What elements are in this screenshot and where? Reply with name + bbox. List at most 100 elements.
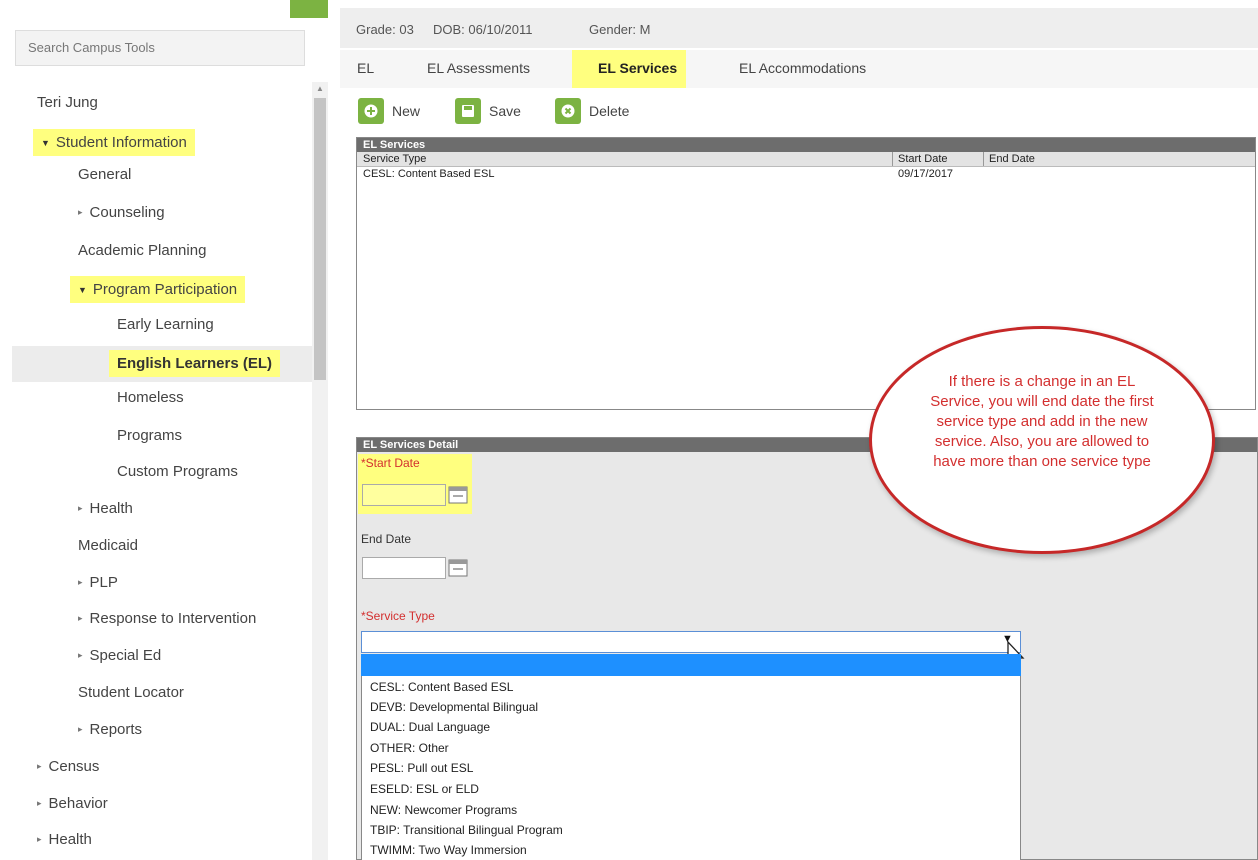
- caret-right-icon: ▸: [37, 761, 42, 771]
- user-name: Teri Jung: [37, 94, 98, 111]
- dropdown-option[interactable]: DEVB: Developmental Bilingual: [370, 700, 538, 714]
- sidebar-item-student-information[interactable]: ▼ Student Information: [33, 129, 195, 156]
- new-button-label: New: [392, 103, 421, 119]
- sidebar-item-label: Behavior: [48, 795, 108, 812]
- sidebar-item-label: General: [78, 166, 132, 183]
- sidebar-item-label: Academic Planning: [78, 242, 207, 259]
- sidebar-item-general[interactable]: General: [78, 166, 131, 183]
- dropdown-option[interactable]: TBIP: Transitional Bilingual Program: [370, 823, 563, 837]
- column-divider: [983, 152, 984, 166]
- caret-right-icon: ▸: [78, 613, 83, 623]
- tab-el-assessments[interactable]: EL Assessments: [427, 60, 530, 76]
- cell-service-type: CESL: Content Based ESL: [363, 168, 495, 180]
- sidebar-item-custom-programs[interactable]: Custom Programs: [117, 463, 238, 480]
- sidebar-item-early-learning[interactable]: Early Learning: [117, 316, 214, 333]
- calendar-icon[interactable]: [448, 485, 468, 505]
- delete-button[interactable]: Delete: [555, 98, 629, 124]
- dropdown-option[interactable]: DUAL: Dual Language: [370, 720, 490, 734]
- sidebar-item-label: Reports: [89, 721, 143, 738]
- sidebar-item-health[interactable]: ▸ Health: [78, 500, 133, 517]
- sidebar-item-label: English Learners (EL): [117, 355, 273, 372]
- caret-right-icon: ▸: [37, 834, 42, 844]
- delete-icon: [555, 98, 581, 124]
- user-name-text: Teri Jung: [37, 94, 98, 111]
- caret-down-icon: ▼: [41, 137, 50, 148]
- caret-right-icon: ▸: [37, 798, 42, 808]
- callout-text: If there is a change in an EL Service, y…: [930, 373, 1154, 470]
- sidebar-item-label: Early Learning: [117, 316, 214, 333]
- dropdown-option[interactable]: ESELD: ESL or ELD: [370, 782, 479, 796]
- app-logo-block: [290, 0, 328, 18]
- sidebar-item-english-learners[interactable]: English Learners (EL): [109, 350, 281, 377]
- service-type-dropdown: CESL: Content Based ESL DEVB: Developmen…: [361, 676, 1021, 860]
- caret-right-icon: ▸: [78, 577, 83, 587]
- scroll-up-icon[interactable]: ▲: [312, 82, 328, 96]
- sidebar-item-label: Health: [48, 831, 92, 848]
- services-list-title: EL Services: [357, 138, 1255, 152]
- tab-el-services[interactable]: EL Services: [598, 60, 677, 76]
- dropdown-option[interactable]: TWIMM: Two Way Immersion: [370, 843, 527, 857]
- col-end-date[interactable]: End Date: [989, 152, 1035, 166]
- dropdown-option-blank[interactable]: [361, 654, 1021, 676]
- new-button[interactable]: New: [358, 98, 420, 124]
- sidebar-item-label: Student Information: [55, 134, 187, 151]
- col-start-date[interactable]: Start Date: [898, 152, 948, 166]
- col-service-type[interactable]: Service Type: [363, 152, 426, 166]
- caret-down-icon: ▼: [78, 284, 87, 295]
- save-button[interactable]: Save: [455, 98, 521, 124]
- grade-text: Grade: 03: [356, 22, 414, 37]
- sidebar-item-homeless[interactable]: Homeless: [117, 389, 184, 406]
- save-button-label: Save: [489, 103, 521, 119]
- sidebar-item-counseling[interactable]: ▸ Counseling: [78, 204, 165, 221]
- dob-text: DOB: 06/10/2011: [433, 22, 533, 37]
- caret-right-icon: ▸: [78, 503, 83, 513]
- sidebar-item-label: Census: [48, 758, 100, 775]
- sidebar-item-census[interactable]: ▸ Census: [37, 758, 99, 775]
- end-date-label: End Date: [361, 532, 412, 546]
- sidebar-item-label: Counseling: [89, 204, 165, 221]
- caret-right-icon: ▸: [78, 724, 83, 734]
- sidebar-item-medicaid[interactable]: Medicaid: [78, 537, 138, 554]
- sidebar-item-label: Health: [89, 500, 133, 517]
- sidebar-item-response-to-intervention[interactable]: ▸ Response to Intervention: [78, 610, 256, 627]
- sidebar-item-label: Program Participation: [92, 281, 238, 298]
- gender-text: Gender: M: [589, 22, 651, 37]
- sidebar-item-reports[interactable]: ▸ Reports: [78, 721, 142, 738]
- sidebar-item-health-2[interactable]: ▸ Health: [37, 831, 92, 848]
- scrollbar-thumb[interactable]: [314, 98, 326, 380]
- table-row[interactable]: CESL: Content Based ESL 09/17/2017: [357, 167, 1255, 181]
- cell-start-date: 09/17/2017: [898, 168, 954, 180]
- start-date-label: *Start Date: [361, 456, 420, 470]
- sidebar-item-behavior[interactable]: ▸ Behavior: [37, 795, 108, 812]
- sidebar-item-label: Homeless: [117, 389, 184, 406]
- sidebar-item-label: Programs: [117, 427, 183, 444]
- sidebar-item-label: PLP: [89, 574, 118, 591]
- service-type-select[interactable]: [361, 631, 1021, 653]
- dropdown-option[interactable]: NEW: Newcomer Programs: [370, 803, 517, 817]
- sidebar-item-programs[interactable]: Programs: [117, 427, 182, 444]
- dropdown-option[interactable]: CESL: Content Based ESL: [370, 680, 513, 694]
- sidebar-item-academic-planning[interactable]: Academic Planning: [78, 242, 206, 259]
- dropdown-option[interactable]: PESL: Pull out ESL: [370, 761, 473, 775]
- sidebar-item-plp[interactable]: ▸ PLP: [78, 574, 118, 591]
- dropdown-option[interactable]: OTHER: Other: [370, 741, 449, 755]
- save-icon: [455, 98, 481, 124]
- sidebar-item-label: Custom Programs: [117, 463, 238, 480]
- plus-icon: [358, 98, 384, 124]
- sidebar-item-special-ed[interactable]: ▸ Special Ed: [78, 647, 161, 664]
- start-date-field[interactable]: [362, 484, 446, 506]
- sidebar-item-student-locator[interactable]: Student Locator: [78, 684, 184, 701]
- end-date-field[interactable]: [362, 557, 446, 579]
- search-input[interactable]: Search Campus Tools: [15, 30, 305, 66]
- sidebar-item-program-participation[interactable]: ▼ Program Participation: [70, 276, 246, 303]
- calendar-icon[interactable]: [448, 558, 468, 578]
- services-list-header: Service Type Start Date End Date: [357, 152, 1255, 167]
- sidebar-item-label: Student Locator: [78, 684, 184, 701]
- sidebar-item-label: Response to Intervention: [89, 610, 257, 627]
- tab-el[interactable]: EL: [357, 60, 374, 76]
- sidebar-item-label: Special Ed: [89, 647, 162, 664]
- sidebar-item-label: Medicaid: [78, 537, 139, 554]
- caret-right-icon: ▸: [78, 207, 83, 217]
- tab-el-accommodations[interactable]: EL Accommodations: [739, 60, 866, 76]
- caret-right-icon: ▸: [78, 650, 83, 660]
